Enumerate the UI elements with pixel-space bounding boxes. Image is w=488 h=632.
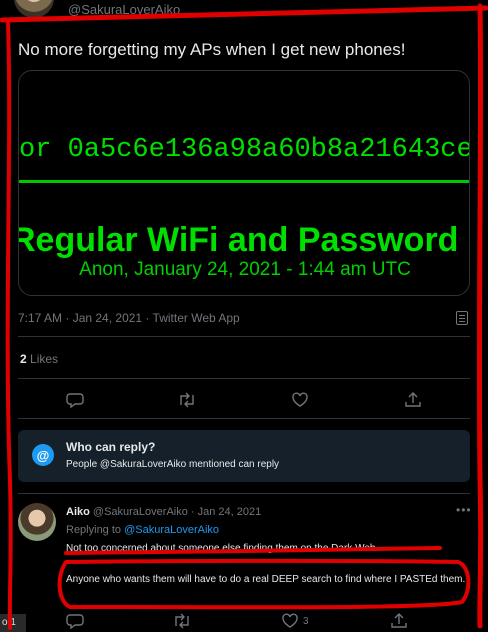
annotation-overlay	[0, 3, 488, 630]
